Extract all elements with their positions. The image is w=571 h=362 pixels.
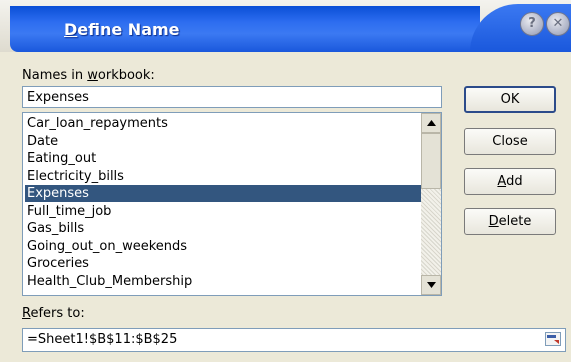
- list-item[interactable]: Car_loan_repayments: [25, 115, 421, 132]
- ok-button[interactable]: OK: [464, 86, 556, 113]
- list-item[interactable]: Full_time_job: [25, 203, 421, 220]
- list-item[interactable]: Date: [25, 133, 421, 150]
- list-item[interactable]: Going_out_on_weekends: [25, 238, 421, 255]
- close-button[interactable]: Close: [464, 128, 556, 155]
- close-icon[interactable]: ✕: [546, 12, 570, 36]
- names-list[interactable]: Car_loan_repayments Date Eating_out Electri…: [22, 112, 442, 296]
- refers-to-value: =Sheet1!$B$11:$B$25: [27, 332, 178, 347]
- name-input[interactable]: Expenses: [22, 86, 442, 108]
- delete-button[interactable]: Delete: [464, 208, 556, 235]
- help-icon[interactable]: ?: [520, 12, 544, 36]
- list-item[interactable]: Health_Club_Membership: [25, 273, 421, 290]
- list-item[interactable]: Electricity_bills: [25, 168, 421, 185]
- dialog-title: Define Name: [64, 20, 180, 39]
- list-scrollbar[interactable]: [421, 113, 441, 295]
- list-item[interactable]: Eating_out: [25, 150, 421, 167]
- refers-to-input[interactable]: =Sheet1!$B$11:$B$25: [22, 328, 566, 352]
- scroll-down-icon[interactable]: [421, 275, 441, 295]
- refers-to-label: Refers to:: [22, 306, 85, 321]
- scroll-thumb[interactable]: [421, 133, 441, 189]
- collapse-dialog-icon[interactable]: [545, 332, 561, 346]
- list-item[interactable]: Groceries: [25, 255, 421, 272]
- list-item[interactable]: Expenses: [25, 185, 421, 202]
- list-item[interactable]: Gas_bills: [25, 220, 421, 237]
- names-in-workbook-label: Names in workbook:: [22, 68, 155, 83]
- scroll-up-icon[interactable]: [421, 113, 441, 133]
- add-button[interactable]: Add: [464, 168, 556, 195]
- title-bar[interactable]: Define Name ? ✕: [0, 0, 571, 52]
